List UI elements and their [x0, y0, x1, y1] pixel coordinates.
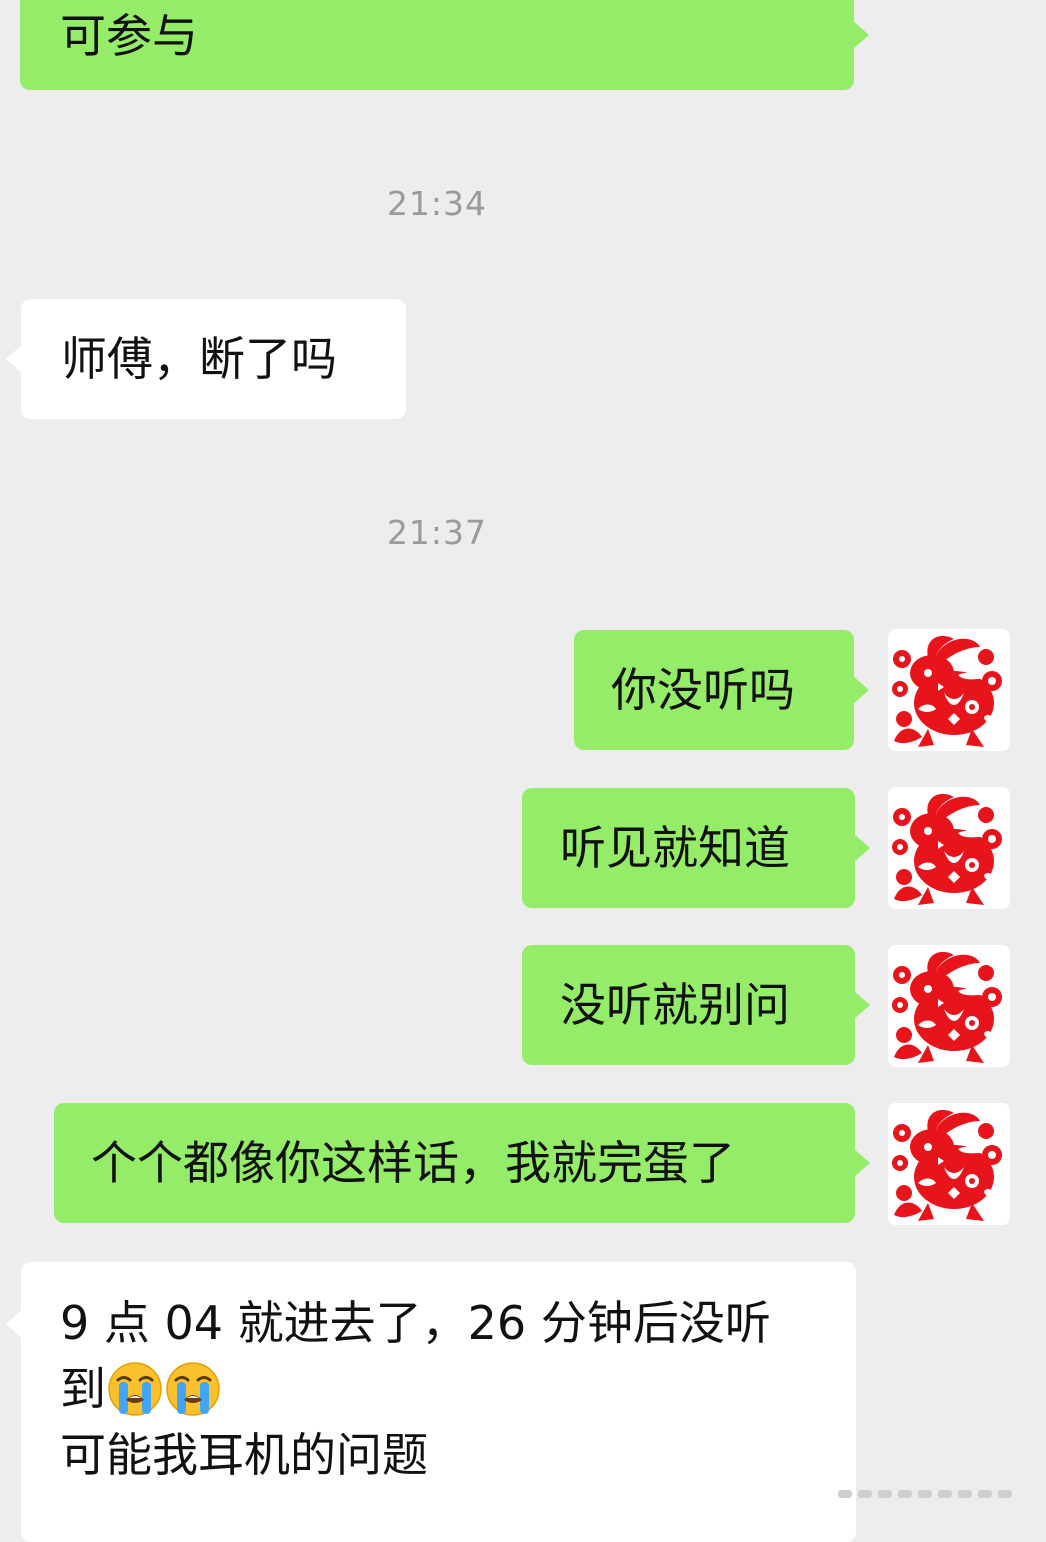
message-bubble-incoming[interactable]: 9 点 04 就进去了，26 分钟后没听 到 可能我耳机的问题 [6, 1262, 856, 1542]
message-bubble-outgoing[interactable]: 听见就知道 [522, 788, 870, 908]
papercut-rabbit-icon [888, 1103, 1010, 1225]
message-text: 你没听吗 [611, 663, 795, 717]
user-avatar[interactable] [888, 629, 1010, 751]
watermark-dots-icon [838, 1490, 1012, 1498]
papercut-rabbit-icon [888, 787, 1010, 909]
user-avatar[interactable] [888, 787, 1010, 909]
message-timestamp: 21:37 [386, 513, 488, 552]
user-avatar[interactable] [888, 1103, 1010, 1225]
message-line: 到 [60, 1356, 856, 1422]
message-bubble-outgoing[interactable]: 可参与 [20, 0, 869, 90]
message-text: 听见就知道 [560, 821, 790, 875]
message-line: 可能我耳机的问题 [60, 1428, 428, 1482]
papercut-rabbit-icon [888, 629, 1010, 751]
message-text: 师傅，断了吗 [61, 332, 337, 386]
chat-view: 可参与 21:34 师傅，断了吗 21:37 你没听吗 听见就知道 没听就别问 … [0, 0, 1046, 1542]
loudly-crying-face-icon [164, 1360, 222, 1418]
loudly-crying-face-icon [106, 1360, 164, 1418]
message-bubble-outgoing[interactable]: 没听就别问 [522, 945, 870, 1065]
message-text: 可参与 [60, 9, 198, 63]
papercut-rabbit-icon [888, 945, 1010, 1067]
message-line: 9 点 04 就进去了，26 分钟后没听 [60, 1296, 771, 1350]
message-text: 没听就别问 [560, 978, 790, 1032]
message-timestamp: 21:34 [386, 184, 488, 223]
message-line-text: 到 [60, 1362, 106, 1416]
message-text: 个个都像你这样话，我就完蛋了 [91, 1136, 735, 1190]
message-bubble-incoming[interactable]: 师傅，断了吗 [6, 299, 406, 419]
message-bubble-outgoing[interactable]: 你没听吗 [574, 630, 869, 750]
message-bubble-outgoing[interactable]: 个个都像你这样话，我就完蛋了 [54, 1103, 870, 1223]
user-avatar[interactable] [888, 945, 1010, 1067]
